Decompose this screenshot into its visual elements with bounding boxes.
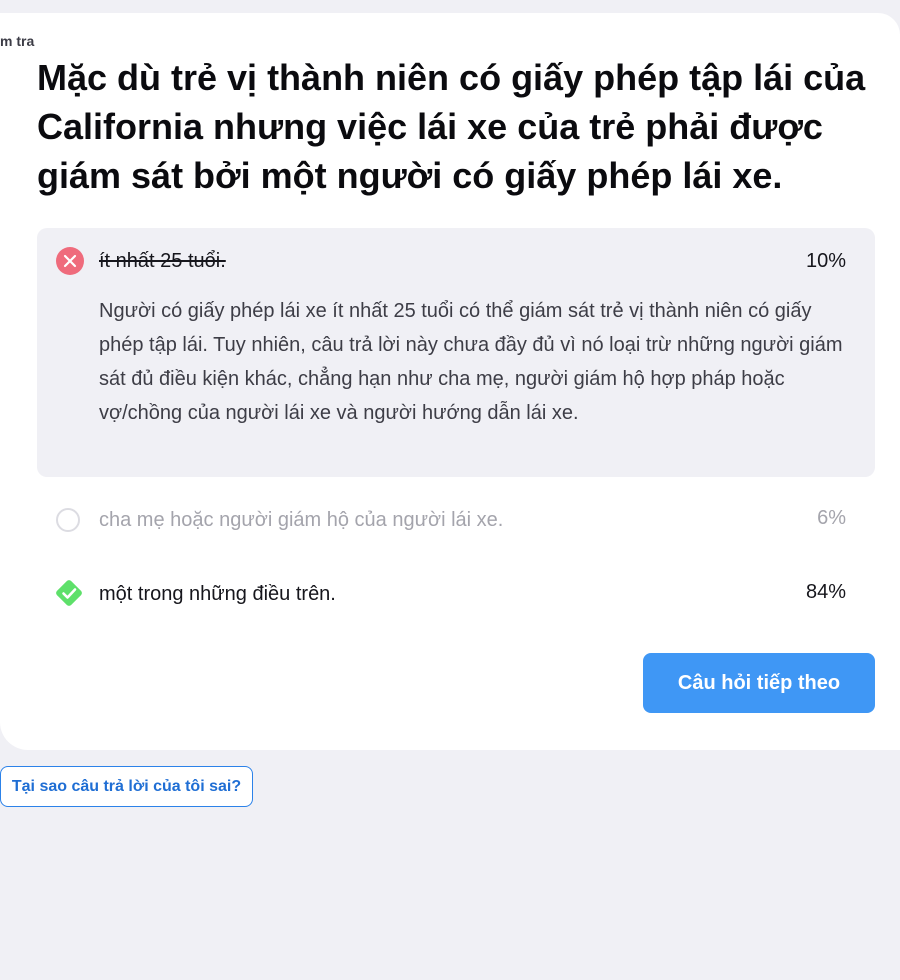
- next-question-button[interactable]: Câu hỏi tiếp theo: [643, 653, 875, 713]
- answer-option-wrong[interactable]: ít nhất 25 tuổi. 10% Người có giấy phép …: [37, 228, 875, 477]
- answer-option-correct[interactable]: một trong những điều trên. 84%: [37, 573, 875, 617]
- why-wrong-button[interactable]: Tại sao câu trả lời của tôi sai?: [0, 766, 253, 807]
- x-circle-icon: [56, 247, 84, 275]
- question-text: Mặc dù trẻ vị thành niên có giấy phép tậ…: [37, 57, 866, 196]
- question-card: m tra Mặc dù trẻ vị thành niên có giấy p…: [0, 13, 900, 750]
- answer-option-label: ít nhất 25 tuổi.: [99, 250, 226, 272]
- answer-option-unselected[interactable]: cha mẹ hoặc người giám hộ của người lái …: [37, 498, 875, 542]
- breadcrumb: m tra: [0, 33, 35, 49]
- answer-explanation: Người có giấy phép lái xe ít nhất 25 tuổ…: [99, 300, 843, 424]
- answer-percent: 84%: [805, 581, 846, 603]
- answer-percent: 10%: [805, 250, 846, 272]
- answer-option-label: cha mẹ hoặc người giám hộ của người lái …: [99, 509, 504, 531]
- answer-option-label: một trong những điều trên.: [99, 583, 336, 605]
- empty-circle-icon: [56, 508, 80, 532]
- check-diamond-icon: [52, 576, 86, 610]
- answer-percent: 6%: [817, 507, 846, 529]
